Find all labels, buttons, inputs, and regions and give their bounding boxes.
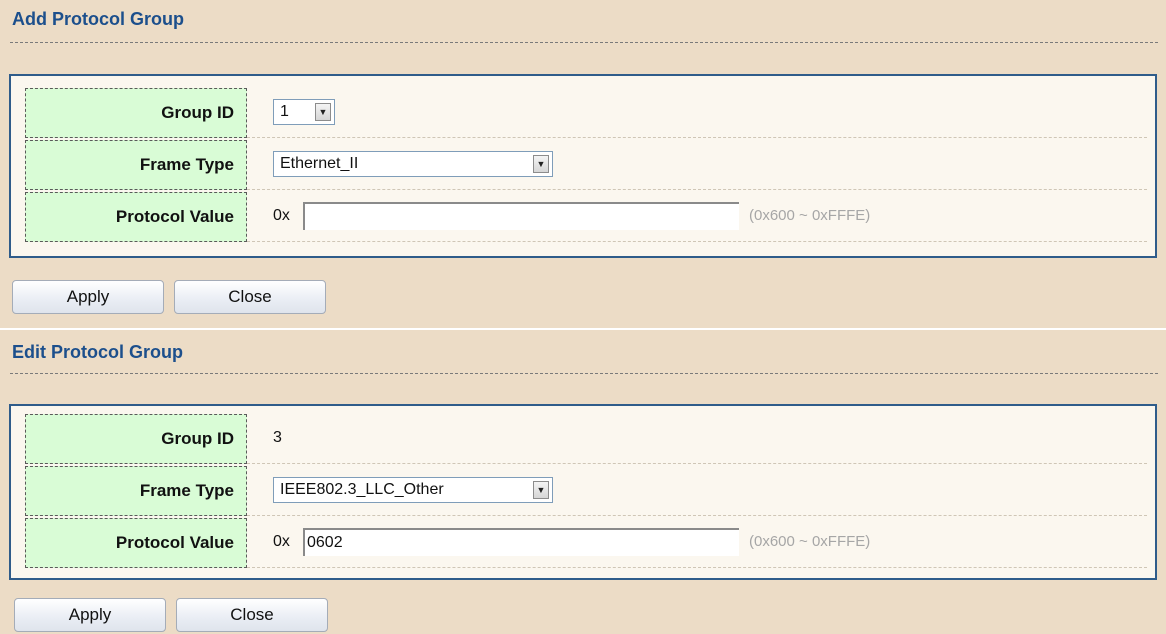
frame-type-value-cell: Ethernet_II ▼ xyxy=(247,140,1147,190)
add-protocol-group-panel: Add Protocol Group Group ID 1 ▼ Frame Ty… xyxy=(0,0,1166,328)
frame-type-row: Frame Type IEEE802.3_LLC_Other ▼ xyxy=(25,466,1147,518)
apply-button[interactable]: Apply xyxy=(14,598,166,632)
hex-prefix: 0x xyxy=(273,207,290,224)
frame-type-value-cell: IEEE802.3_LLC_Other ▼ xyxy=(247,466,1147,516)
frame-type-selected: IEEE802.3_LLC_Other xyxy=(280,481,444,498)
protocol-value-row: Protocol Value 0x (0x600 ~ 0xFFFE) xyxy=(25,518,1147,570)
group-id-label: Group ID xyxy=(25,88,247,138)
chevron-down-icon[interactable]: ▼ xyxy=(533,155,549,173)
close-button[interactable]: Close xyxy=(176,598,328,632)
frame-type-selected: Ethernet_II xyxy=(280,155,359,172)
edit-form-box: Group ID 3 Frame Type IEEE802.3_LLC_Othe… xyxy=(9,404,1157,580)
apply-button[interactable]: Apply xyxy=(12,280,164,314)
chevron-down-icon[interactable]: ▼ xyxy=(315,103,331,121)
edit-section-title: Edit Protocol Group xyxy=(12,342,183,362)
group-id-row: Group ID 3 xyxy=(25,414,1147,466)
protocol-value-cell: 0x (0x600 ~ 0xFFFE) xyxy=(247,518,1147,568)
frame-type-label: Frame Type xyxy=(25,140,247,190)
frame-type-select[interactable]: IEEE802.3_LLC_Other ▼ xyxy=(273,477,553,503)
group-id-label: Group ID xyxy=(25,414,247,464)
protocol-value-range-hint: (0x600 ~ 0xFFFE) xyxy=(749,207,871,224)
group-id-selected: 1 xyxy=(280,103,289,120)
edit-protocol-group-panel: Edit Protocol Group Group ID 3 Frame Typ… xyxy=(0,330,1166,634)
close-button[interactable]: Close xyxy=(174,280,326,314)
protocol-value-cell: 0x (0x600 ~ 0xFFFE) xyxy=(247,192,1147,242)
protocol-value-label: Protocol Value xyxy=(25,518,247,568)
hex-prefix: 0x xyxy=(273,533,290,550)
group-id-select[interactable]: 1 ▼ xyxy=(273,99,335,125)
protocol-value-label: Protocol Value xyxy=(25,192,247,242)
frame-type-label: Frame Type xyxy=(25,466,247,516)
protocol-value-input[interactable] xyxy=(303,528,739,556)
add-section-title: Add Protocol Group xyxy=(12,9,184,29)
frame-type-select[interactable]: Ethernet_II ▼ xyxy=(273,151,553,177)
protocol-value-range-hint: (0x600 ~ 0xFFFE) xyxy=(749,533,871,550)
group-id-value-cell: 3 xyxy=(247,414,1147,464)
group-id-value: 3 xyxy=(273,429,282,446)
frame-type-row: Frame Type Ethernet_II ▼ xyxy=(25,140,1147,192)
protocol-value-row: Protocol Value 0x (0x600 ~ 0xFFFE) xyxy=(25,192,1147,244)
chevron-down-icon[interactable]: ▼ xyxy=(533,481,549,499)
group-id-value-cell: 1 ▼ xyxy=(247,88,1147,138)
title-divider xyxy=(10,42,1158,43)
protocol-value-input[interactable] xyxy=(303,202,739,230)
group-id-row: Group ID 1 ▼ xyxy=(25,88,1147,140)
add-form-box: Group ID 1 ▼ Frame Type Ethernet_II ▼ Pr… xyxy=(9,74,1157,258)
title-divider xyxy=(10,373,1158,374)
